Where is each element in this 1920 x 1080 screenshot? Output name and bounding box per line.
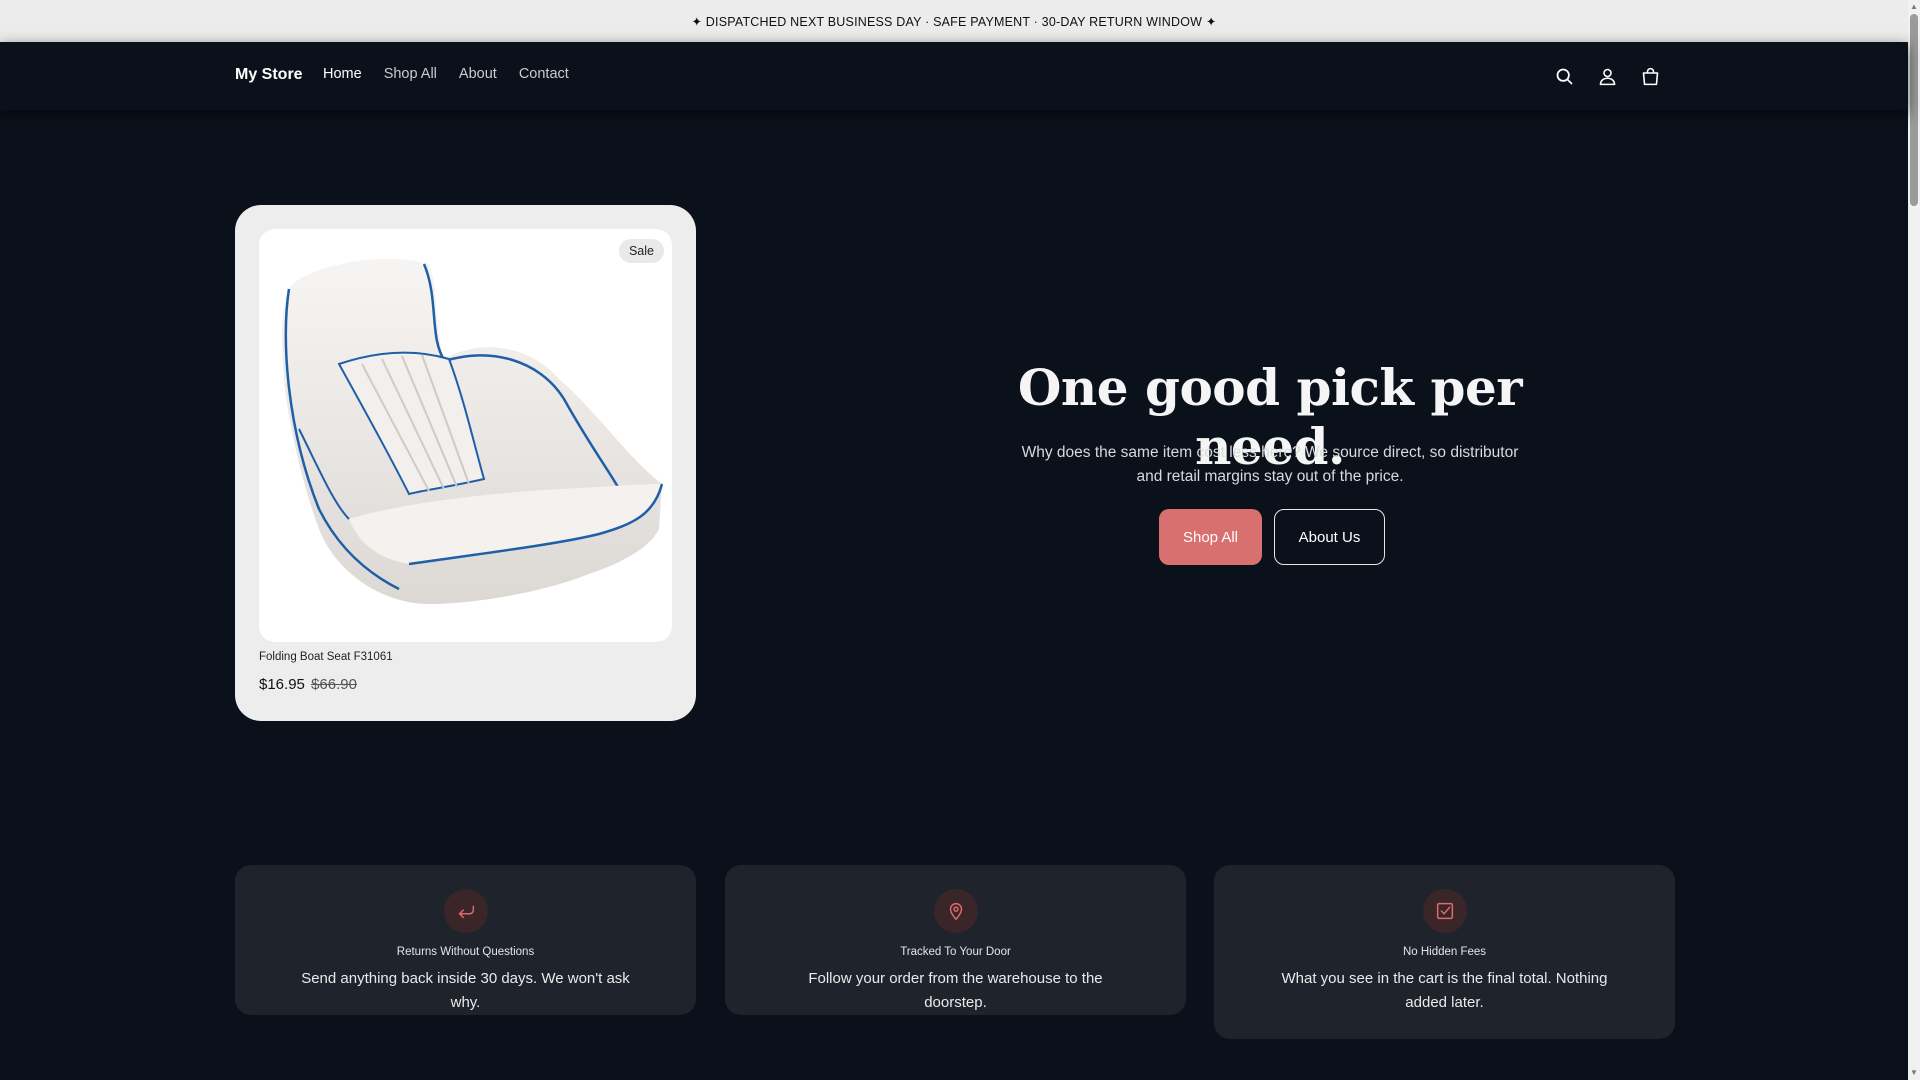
featured-product-card[interactable]: Sale Folding Boat Seat F31061 $16.95 $66…: [235, 205, 696, 721]
return-arrow-icon: [443, 889, 488, 933]
hero-subheading: Why does the same item cost less here? W…: [1021, 444, 1519, 485]
sale-badge: Sale: [618, 239, 664, 263]
store-logo[interactable]: My Store: [235, 66, 303, 84]
about-us-button[interactable]: About Us: [1274, 509, 1385, 565]
product-title[interactable]: Folding Boat Seat F31061: [259, 651, 393, 663]
feature-card-returns: Returns Without Questions Send anything …: [235, 865, 696, 1015]
scrollbar-thumb[interactable]: [1910, 14, 1918, 206]
account-icon[interactable]: [1597, 66, 1618, 87]
header-actions: [1554, 66, 1661, 87]
site-header: My Store Home Shop All About Contact: [0, 42, 1908, 110]
cart-icon[interactable]: [1640, 66, 1661, 87]
scroll-down-icon[interactable]: ▼: [1910, 1068, 1918, 1078]
page-scrollbar[interactable]: ▲ ▼: [1908, 0, 1920, 1080]
feature-text: What you see in the cart is the final to…: [1281, 970, 1608, 1011]
nav-contact[interactable]: Contact: [519, 66, 569, 82]
feature-title: No Hidden Fees: [1402, 946, 1487, 958]
nav-about[interactable]: About: [459, 66, 497, 82]
feature-text: Follow your order from the warehouse to …: [808, 970, 1103, 1011]
compare-at-price: $66.90: [311, 676, 357, 693]
nav-home[interactable]: Home: [323, 66, 362, 82]
search-icon[interactable]: [1554, 66, 1575, 87]
announcement-text: ✦ DISPATCHED NEXT BUSINESS DAY · SAFE PA…: [691, 14, 1217, 29]
nav-shop-all[interactable]: Shop All: [384, 66, 437, 82]
feature-card-tracking: Tracked To Your Door Follow your order f…: [725, 865, 1186, 1015]
feature-text: Send anything back inside 30 days. We wo…: [301, 970, 630, 1011]
shop-all-button[interactable]: Shop All: [1159, 509, 1262, 565]
boat-seat-illustration: [282, 258, 664, 604]
map-pin-icon: [933, 889, 978, 933]
feature-title: Tracked To Your Door: [900, 946, 1011, 958]
sale-price: $16.95: [259, 676, 305, 693]
feature-title: Returns Without Questions: [396, 946, 535, 958]
feature-card-fees: No Hidden Fees What you see in the cart …: [1214, 865, 1675, 1039]
product-image[interactable]: Sale: [259, 229, 672, 642]
main-nav: Home Shop All About Contact: [323, 66, 569, 82]
scroll-up-icon[interactable]: ▲: [1910, 2, 1918, 12]
checkbox-icon: [1422, 889, 1467, 933]
announcement-bar: ✦ DISPATCHED NEXT BUSINESS DAY · SAFE PA…: [0, 0, 1908, 42]
product-price: $16.95 $66.90: [259, 676, 357, 693]
